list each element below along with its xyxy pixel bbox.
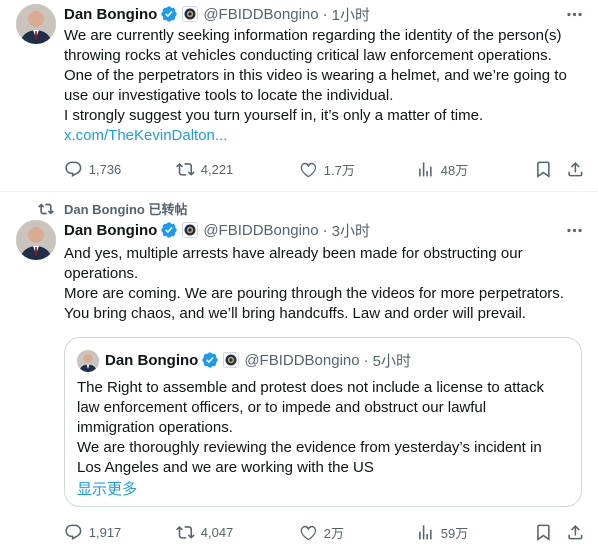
like-button[interactable]: 1.7万: [299, 160, 355, 179]
post-text: And yes, multiple arrests have already b…: [64, 244, 584, 324]
bookmark-button[interactable]: [534, 523, 559, 542]
views-icon: [419, 162, 432, 177]
repost-icon: [38, 203, 54, 214]
share-icon: [568, 162, 583, 177]
post-text-line: You bring chaos, and we’ll bring handcuf…: [64, 305, 526, 322]
author-name[interactable]: Dan Bongino: [64, 6, 157, 23]
like-count: 1.7万: [323, 163, 355, 178]
fbi-affiliate-icon[interactable]: [223, 352, 240, 368]
post-text: We are currently seeking information reg…: [64, 26, 584, 146]
quoted-text-line: The Right to assemble and protest does n…: [77, 379, 544, 396]
separator-dot: ·: [322, 221, 328, 239]
quoted-text-line: immigration operations.: [77, 419, 233, 436]
quoted-post[interactable]: Dan Bongino @FBIDDBongino · 5小时 The Righ…: [64, 337, 582, 507]
post-1[interactable]: Dan Bongino @FBIDDBongino · 1小时 We are c…: [0, 0, 598, 186]
avatar[interactable]: [16, 220, 56, 260]
post-2[interactable]: Dan Bongino 已转帖 Dan Bongino @FBIDDBongin…: [0, 192, 598, 556]
quoted-author-name[interactable]: Dan Bongino: [105, 352, 198, 369]
like-icon: [300, 525, 317, 541]
post-text-line: More are coming. We are pouring through …: [64, 285, 564, 302]
repost-icon: [176, 163, 195, 176]
bookmark-icon: [537, 161, 550, 178]
quoted-post-time[interactable]: 5小时: [373, 350, 411, 371]
post-header: Dan Bongino @FBIDDBongino · 1小时: [64, 4, 370, 24]
bookmark-button[interactable]: [534, 160, 559, 179]
author-handle[interactable]: @FBIDDBongino: [203, 222, 318, 239]
more-icon[interactable]: [564, 4, 584, 24]
repost-count: 4,047: [200, 524, 234, 540]
avatar-portrait-icon: [16, 220, 56, 260]
post-actions: 1,736 4,221 1.7万 48万: [64, 160, 583, 180]
quoted-text-line: We are thoroughly reviewing the evidence…: [77, 439, 542, 456]
verified-badge-icon[interactable]: [160, 5, 178, 23]
bookmark-icon: [537, 524, 550, 541]
reply-button[interactable]: 1,917: [64, 523, 121, 542]
quoted-text-line: Los Angeles and we are working with the …: [77, 459, 374, 476]
verified-badge-icon[interactable]: [201, 351, 219, 369]
post-text-line: I strongly suggest you turn yourself in,…: [64, 107, 484, 124]
repost-context-label: Dan Bongino 已转帖: [64, 202, 188, 217]
repost-button[interactable]: 4,047: [176, 523, 233, 542]
repost-icon: [176, 526, 195, 539]
verified-badge-icon[interactable]: [160, 221, 178, 239]
quoted-text: The Right to assemble and protest does n…: [77, 378, 571, 478]
post-text-line: One of the perpetrators in this video is…: [64, 67, 567, 84]
separator-dot: ·: [363, 351, 369, 369]
like-button[interactable]: 2万: [299, 523, 344, 542]
quoted-author-handle[interactable]: @FBIDDBongino: [244, 352, 359, 369]
views-button[interactable]: 59万: [416, 523, 468, 542]
views-count: 48万: [440, 163, 469, 178]
like-count: 2万: [323, 526, 344, 541]
post-actions: 1,917 4,047 2万 59万: [64, 523, 583, 543]
quoted-header: Dan Bongino @FBIDDBongino · 5小时: [105, 350, 411, 370]
post-link[interactable]: x.com/TheKevinDalton...: [64, 127, 227, 144]
like-icon: [300, 162, 317, 178]
repost-context[interactable]: Dan Bongino 已转帖: [38, 199, 188, 218]
share-button[interactable]: [566, 160, 591, 179]
reply-count: 1,736: [88, 161, 122, 177]
reply-count: 1,917: [88, 524, 122, 540]
more-icon[interactable]: [564, 220, 584, 240]
repost-button[interactable]: 4,221: [176, 160, 233, 179]
avatar-portrait-icon: [77, 350, 99, 372]
separator-dot: ·: [322, 5, 328, 23]
avatar[interactable]: [16, 4, 56, 44]
repost-count: 4,221: [200, 161, 234, 177]
post-time[interactable]: 3小时: [332, 220, 370, 241]
post-text-line: And yes, multiple arrests have already b…: [64, 245, 523, 262]
share-icon: [568, 525, 583, 540]
quoted-text-line: law enforcement officers, or to impede a…: [77, 399, 487, 416]
views-count: 59万: [440, 526, 469, 541]
post-text-line: use our investigative tools to locate th…: [64, 87, 394, 104]
author-name[interactable]: Dan Bongino: [64, 222, 157, 239]
views-button[interactable]: 48万: [416, 160, 468, 179]
post-header: Dan Bongino @FBIDDBongino · 3小时: [64, 220, 370, 240]
views-icon: [419, 525, 432, 540]
fbi-affiliate-icon[interactable]: [182, 222, 199, 238]
avatar-portrait-icon: [16, 4, 56, 44]
fbi-affiliate-icon[interactable]: [182, 6, 199, 22]
reply-icon: [65, 524, 82, 540]
author-handle[interactable]: @FBIDDBongino: [203, 6, 318, 23]
post-text-line: We are currently seeking information reg…: [64, 27, 562, 44]
post-text-line: throwing rocks at vehicles conducting cr…: [64, 47, 552, 64]
share-button[interactable]: [566, 523, 591, 542]
show-more-link[interactable]: 显示更多: [77, 478, 137, 499]
reply-icon: [65, 161, 82, 177]
quoted-avatar[interactable]: [77, 350, 99, 372]
reply-button[interactable]: 1,736: [64, 160, 121, 179]
post-text-line: operations.: [64, 265, 139, 282]
post-time[interactable]: 1小时: [332, 4, 370, 25]
